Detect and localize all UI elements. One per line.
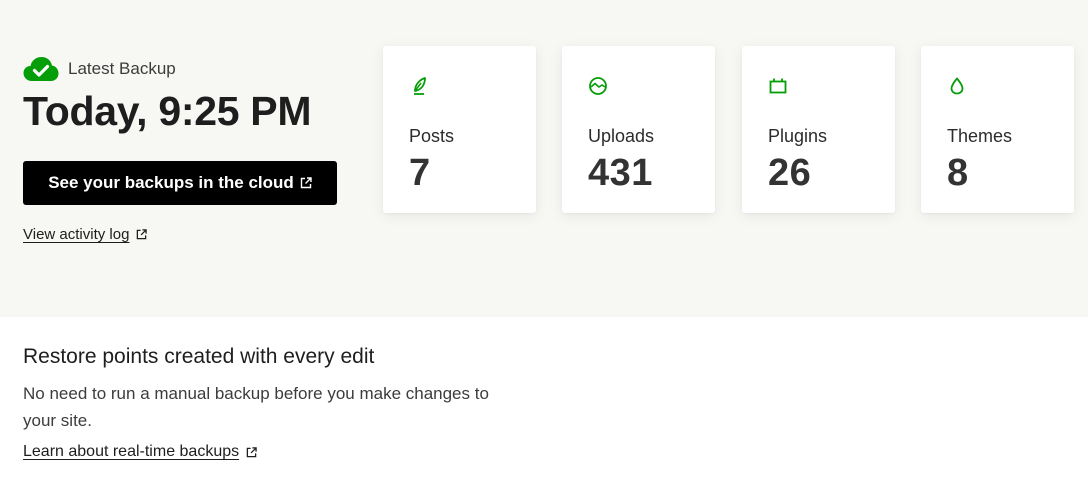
restore-points-title: Restore points created with every edit — [23, 345, 375, 368]
external-link-icon — [300, 177, 312, 189]
view-activity-log-label: View activity log — [23, 226, 130, 243]
external-link-icon — [137, 229, 148, 240]
stat-label-plugins: Plugins — [768, 126, 828, 146]
stat-value-themes: 8 — [947, 152, 969, 194]
stat-card-plugins: Plugins 26 — [742, 46, 895, 213]
latest-backup-time: Today, 9:25 PM — [23, 88, 312, 134]
stat-label-posts: Posts — [409, 126, 455, 146]
stat-label-themes: Themes — [947, 126, 1013, 146]
plugin-icon — [769, 78, 787, 94]
cloud-check-icon — [23, 57, 59, 81]
stat-label-uploads: Uploads — [588, 126, 655, 146]
image-icon — [589, 77, 607, 95]
drop-icon — [950, 77, 964, 95]
learn-realtime-backups-link[interactable]: Learn about real-time backups — [23, 443, 257, 461]
stat-value-plugins: 26 — [768, 152, 812, 194]
stat-card-uploads: Uploads 431 — [562, 46, 715, 213]
see-backups-cloud-button[interactable]: See your backups in the cloud — [23, 161, 337, 205]
backup-summary-panel: Latest Backup Today, 9:25 PM See your ba… — [0, 0, 1088, 317]
latest-backup-label: Latest Backup — [68, 59, 176, 78]
latest-backup-row: Latest Backup — [23, 56, 176, 82]
stat-value-posts: 7 — [409, 152, 431, 194]
stat-card-posts: Posts 7 — [383, 46, 536, 213]
leaf-icon — [414, 77, 426, 95]
learn-realtime-backups-label: Learn about real-time backups — [23, 443, 240, 460]
stat-value-uploads: 431 — [588, 152, 653, 194]
restore-points-description: No need to run a manual backup before yo… — [23, 384, 489, 430]
stat-card-themes: Themes 8 — [921, 46, 1074, 213]
see-backups-cloud-label: See your backups in the cloud — [48, 173, 294, 192]
view-activity-log-link[interactable]: View activity log — [23, 226, 148, 243]
external-link-icon — [246, 446, 257, 457]
